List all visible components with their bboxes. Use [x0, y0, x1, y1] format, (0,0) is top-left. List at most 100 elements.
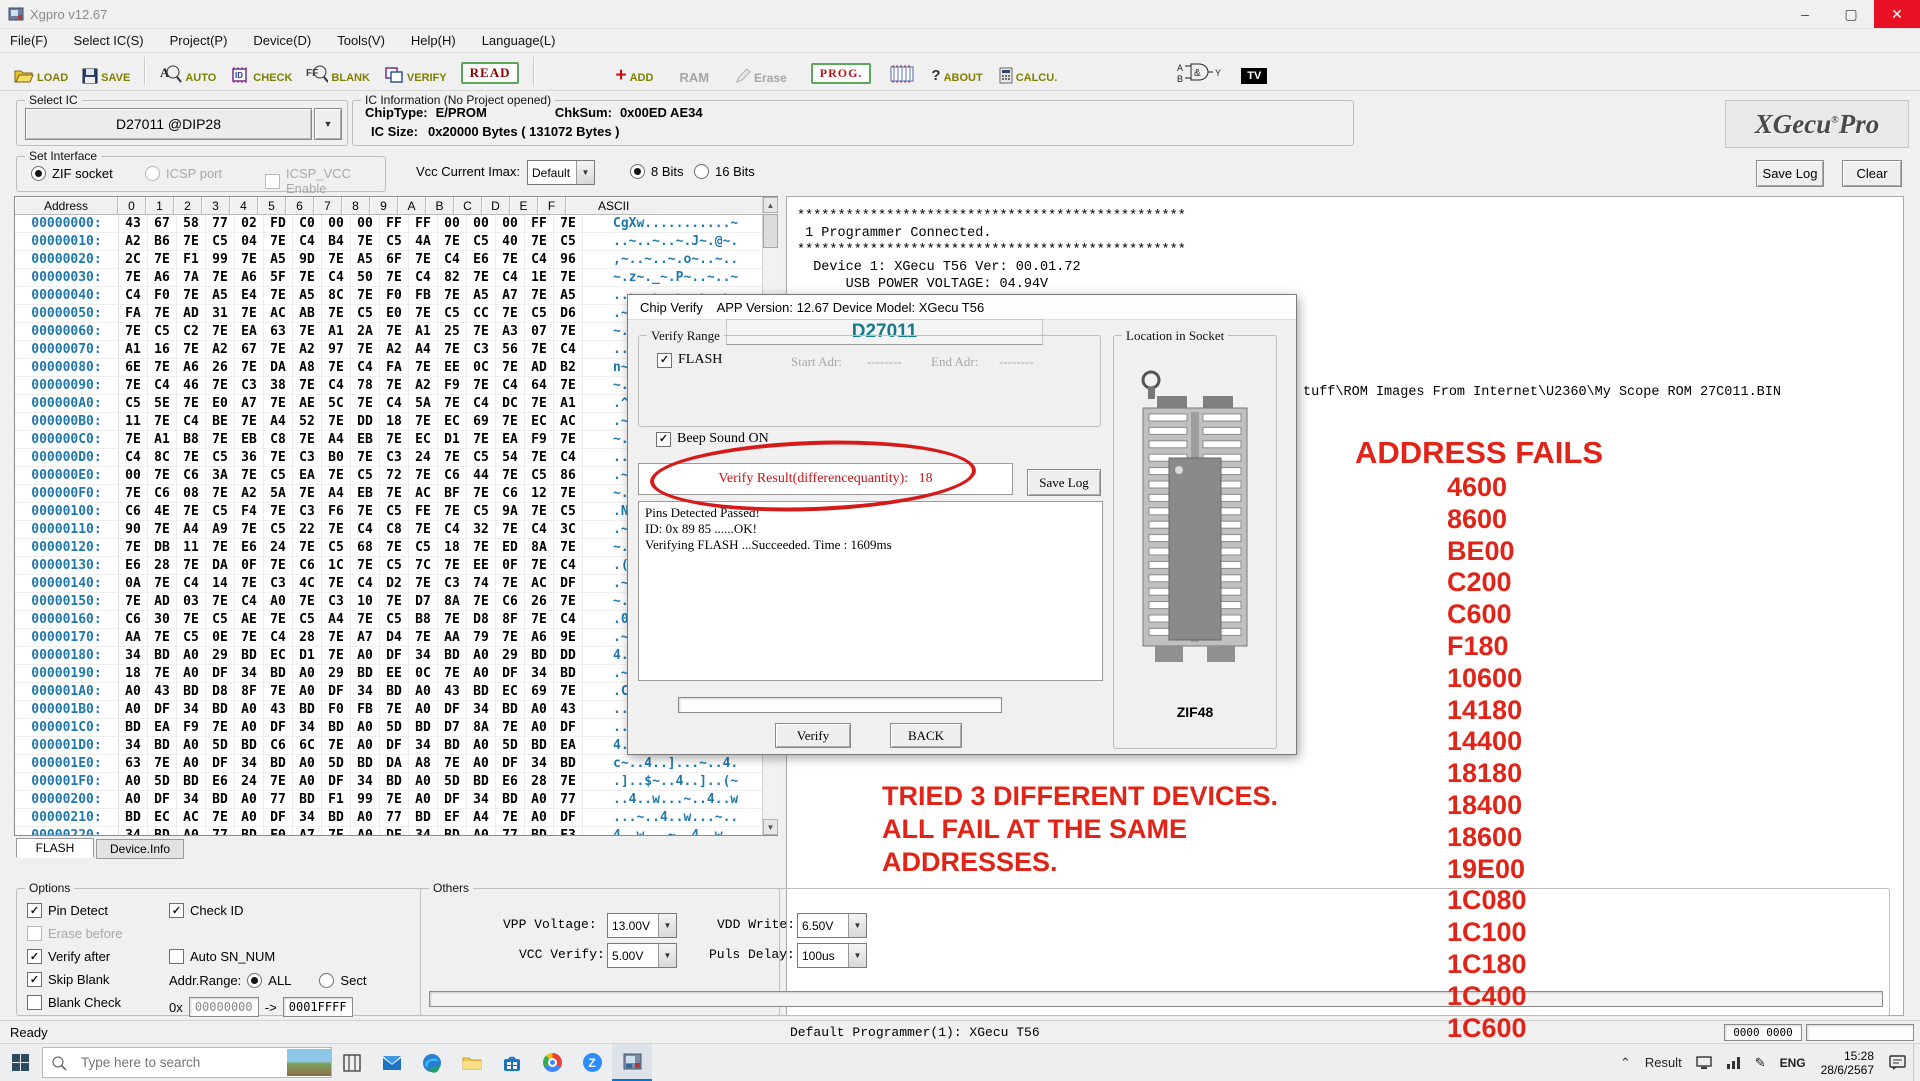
language-indicator[interactable]: ENG [1773, 1044, 1813, 1081]
hex-byte-cell[interactable]: BD [322, 719, 351, 736]
hex-byte-cell[interactable]: EC [496, 683, 525, 700]
hex-byte-cell[interactable]: A6 [148, 269, 177, 286]
hex-byte-cell[interactable]: 7E [496, 359, 525, 376]
hex-byte-cell[interactable]: 7E [525, 287, 554, 304]
hex-byte-cell[interactable]: 34 [409, 737, 438, 754]
hex-byte-cell[interactable]: A4 [322, 485, 351, 502]
hex-byte-cell[interactable]: EA [496, 431, 525, 448]
hex-byte-cell[interactable]: D2 [380, 575, 409, 592]
menu-language[interactable]: Language(L) [482, 33, 556, 48]
hex-byte-cell[interactable]: C5 [525, 467, 554, 484]
hex-byte-cell[interactable]: 26 [525, 593, 554, 610]
hex-byte-cell[interactable]: A9 [206, 521, 235, 538]
add-button[interactable]: + ADD [615, 58, 653, 84]
hex-byte-cell[interactable]: A0 [409, 701, 438, 718]
hex-byte-cell[interactable]: 7E [409, 467, 438, 484]
dialog-save-log-button[interactable]: Save Log [1027, 469, 1101, 496]
hex-byte-cell[interactable]: 12 [525, 485, 554, 502]
hex-byte-cell[interactable]: A2 [409, 377, 438, 394]
hex-byte-cell[interactable]: 18 [438, 539, 467, 556]
hex-byte-cell[interactable]: 34 [119, 647, 148, 664]
hex-byte-cell[interactable]: 7E [496, 629, 525, 646]
hex-byte-cell[interactable]: EE [380, 665, 409, 682]
hex-byte-cell[interactable]: 1C [322, 557, 351, 574]
hex-byte-cell[interactable]: C5 [264, 521, 293, 538]
hex-byte-cell[interactable]: F4 [235, 503, 264, 520]
hex-byte-cell[interactable]: 7E [525, 341, 554, 358]
pin-detect-checkbox[interactable]: Pin Detect [27, 903, 108, 918]
hex-byte-cell[interactable]: 7E [322, 467, 351, 484]
hex-byte-cell[interactable]: 03 [177, 593, 206, 610]
hex-byte-cell[interactable]: C4 [351, 575, 380, 592]
hex-byte-cell[interactable]: C8 [264, 431, 293, 448]
bits8-radio[interactable]: 8 Bits [630, 164, 684, 179]
hex-byte-cell[interactable]: 7E [177, 341, 206, 358]
hex-byte-cell[interactable]: C4 [554, 557, 583, 574]
hex-byte-cell[interactable]: C4 [322, 377, 351, 394]
hex-byte-cell[interactable]: A2 [235, 485, 264, 502]
hex-byte-cell[interactable]: 69 [525, 683, 554, 700]
chevron-down-icon[interactable]: ▼ [658, 914, 676, 937]
hex-byte-cell[interactable]: 00 [119, 467, 148, 484]
hex-byte-cell[interactable]: 7E [119, 539, 148, 556]
hex-byte-cell[interactable]: 7E [525, 233, 554, 250]
hex-byte-cell[interactable]: A0 [467, 827, 496, 835]
hex-byte-cell[interactable]: 7E [206, 269, 235, 286]
hex-byte-cell[interactable]: 7E [409, 629, 438, 646]
hex-byte-cell[interactable]: EC [438, 413, 467, 430]
hex-byte-cell[interactable]: 16 [148, 341, 177, 358]
hex-byte-cell[interactable]: 5D [438, 773, 467, 790]
hex-byte-cell[interactable]: 38 [264, 377, 293, 394]
hex-byte-cell[interactable]: 11 [177, 539, 206, 556]
hex-byte-cell[interactable]: 5C [322, 395, 351, 412]
hex-byte-cell[interactable]: A0 [467, 665, 496, 682]
hex-byte-cell[interactable]: C4 [235, 593, 264, 610]
hex-byte-cell[interactable]: 7E [206, 539, 235, 556]
hex-byte-cell[interactable]: 7E [235, 467, 264, 484]
hex-byte-cell[interactable]: 7E [119, 323, 148, 340]
hex-byte-cell[interactable]: C3 [293, 449, 322, 466]
hex-byte-cell[interactable]: 78 [351, 377, 380, 394]
hex-byte-cell[interactable]: C5 [380, 611, 409, 628]
hex-byte-cell[interactable]: C5 [206, 233, 235, 250]
hex-byte-cell[interactable]: FE [409, 503, 438, 520]
hex-ascii-cell[interactable]: .]..$~..4..]..(~ [583, 773, 738, 790]
chip-grid-button[interactable] [889, 58, 915, 84]
hex-ascii-cell[interactable]: ..4..w...~..4..w [583, 791, 738, 808]
hex-byte-cell[interactable]: 34 [351, 773, 380, 790]
dialog-verify-button[interactable]: Verify [775, 723, 851, 748]
hex-byte-cell[interactable]: 0F [496, 557, 525, 574]
menu-tools[interactable]: Tools(V) [337, 33, 385, 48]
hex-byte-cell[interactable]: A4 [322, 611, 351, 628]
hex-byte-cell[interactable]: 99 [206, 251, 235, 268]
hex-byte-cell[interactable]: 7E [554, 377, 583, 394]
hex-byte-cell[interactable]: C4 [351, 521, 380, 538]
hex-byte-cell[interactable]: EA [554, 737, 583, 754]
hex-byte-cell[interactable]: 77 [496, 827, 525, 835]
hex-byte-cell[interactable]: A0 [409, 791, 438, 808]
load-button[interactable]: LOAD [14, 58, 68, 84]
mail-app-button[interactable] [372, 1044, 412, 1081]
hex-byte-cell[interactable]: 34 [351, 683, 380, 700]
hex-byte-cell[interactable]: C5 [554, 233, 583, 250]
hex-byte-cell[interactable]: AA [119, 629, 148, 646]
hex-byte-cell[interactable]: 7E [467, 377, 496, 394]
hex-byte-cell[interactable]: A6 [525, 629, 554, 646]
menu-project[interactable]: Project(P) [170, 33, 228, 48]
hex-byte-cell[interactable]: A4 [177, 521, 206, 538]
hex-byte-cell[interactable]: E4 [235, 287, 264, 304]
hex-byte-cell[interactable]: AE [235, 611, 264, 628]
hex-byte-cell[interactable]: 34 [293, 809, 322, 826]
hex-byte-cell[interactable]: 28 [293, 629, 322, 646]
hex-byte-cell[interactable]: 34 [119, 827, 148, 835]
hex-byte-cell[interactable]: 77 [206, 827, 235, 835]
hex-byte-cell[interactable]: 9A [496, 503, 525, 520]
hex-byte-cell[interactable]: 7E [351, 395, 380, 412]
hex-byte-cell[interactable]: F3 [554, 827, 583, 835]
chevron-down-icon[interactable]: ▼ [848, 914, 866, 937]
hex-byte-cell[interactable]: FB [409, 287, 438, 304]
hex-byte-cell[interactable]: B2 [554, 359, 583, 376]
hex-byte-cell[interactable]: 7E [438, 503, 467, 520]
hex-byte-cell[interactable]: 2C [119, 251, 148, 268]
dialog-titlebar[interactable]: Chip Verify APP Version: 12.67 Device Mo… [628, 295, 1296, 320]
